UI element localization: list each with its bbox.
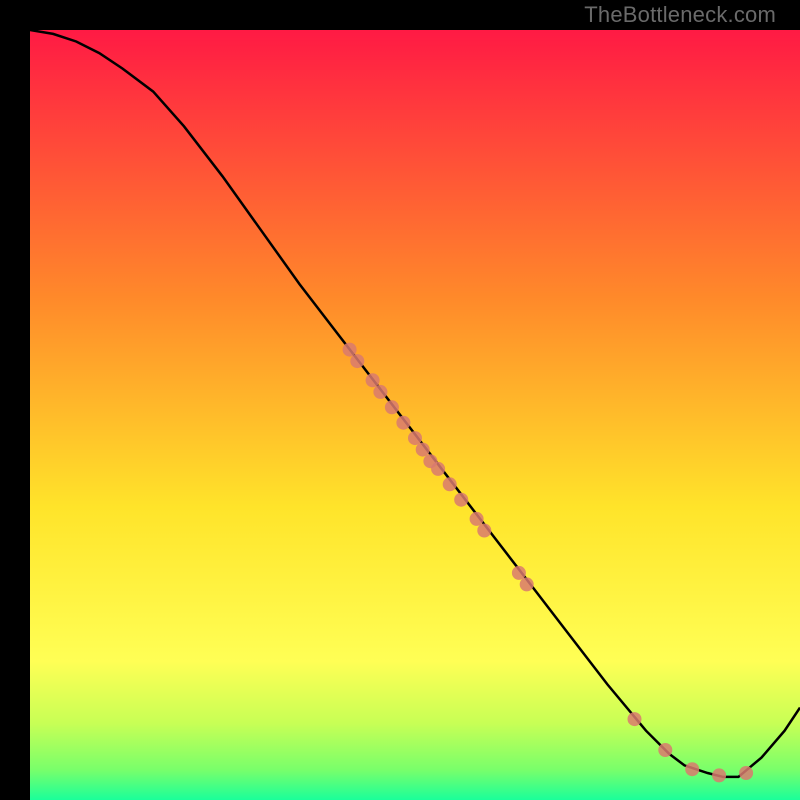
data-point (470, 512, 484, 526)
data-point (416, 443, 430, 457)
data-point (739, 766, 753, 780)
data-point (366, 373, 380, 387)
bottleneck-chart (30, 30, 800, 800)
data-point (685, 762, 699, 776)
data-point (477, 524, 491, 538)
data-point (350, 354, 364, 368)
data-point (385, 400, 399, 414)
data-point (373, 385, 387, 399)
data-point (343, 343, 357, 357)
data-point (628, 712, 642, 726)
data-point (520, 577, 534, 591)
data-point (431, 462, 445, 476)
watermark-text: TheBottleneck.com (584, 2, 776, 28)
chart-frame (15, 15, 785, 785)
data-point (512, 566, 526, 580)
data-point (712, 768, 726, 782)
data-point (658, 743, 672, 757)
gradient-background (30, 30, 800, 800)
data-point (443, 477, 457, 491)
data-point (408, 431, 422, 445)
data-point (454, 493, 468, 507)
data-point (396, 416, 410, 430)
